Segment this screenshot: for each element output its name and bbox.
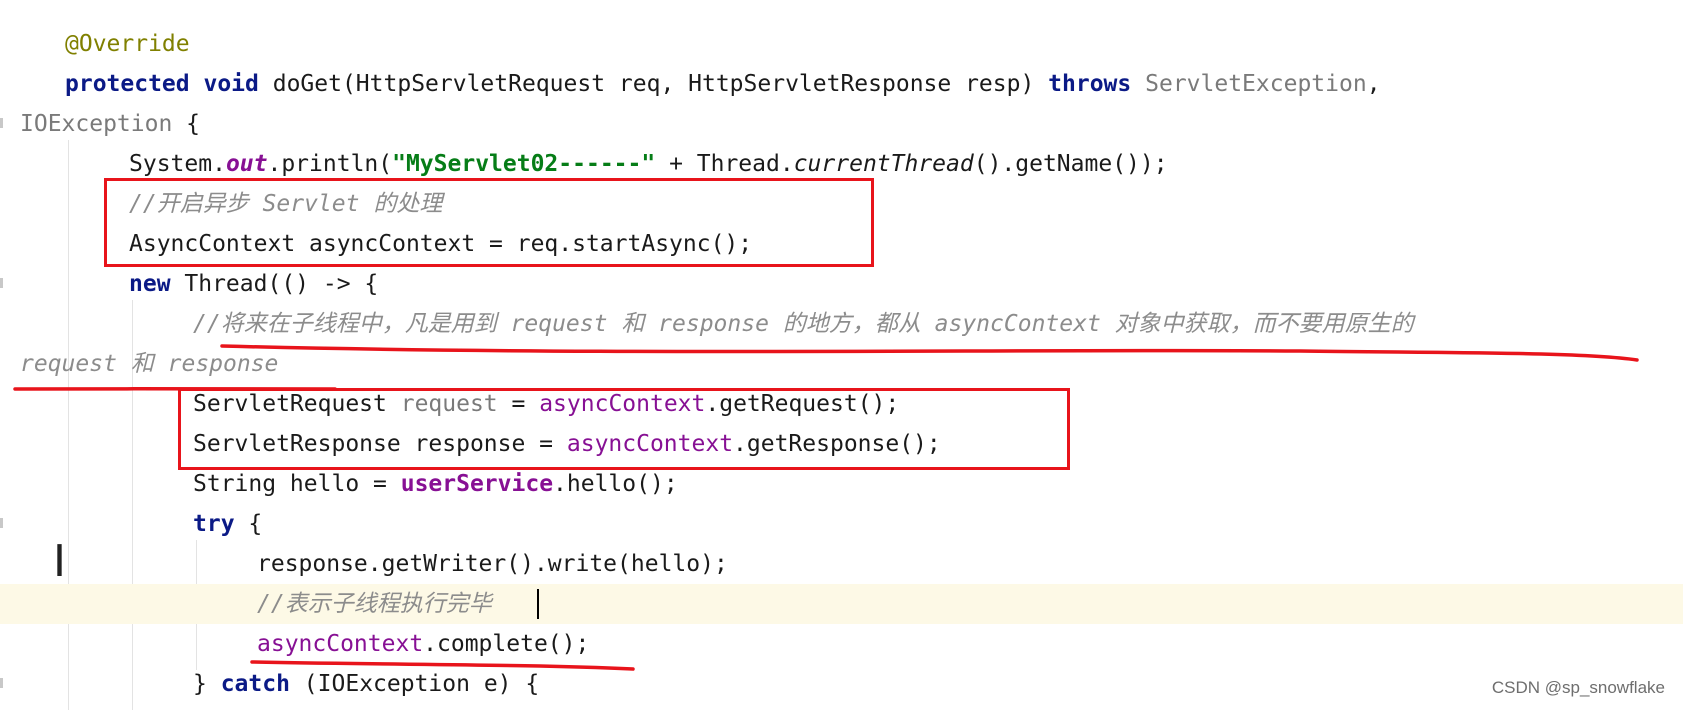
- annotation-underlines: [13, 344, 1639, 671]
- code-editor[interactable]: @Override protected void doGet(HttpServl…: [0, 0, 1683, 710]
- watermark: CSDN @sp_snowflake: [1491, 678, 1665, 697]
- underline-comment-line: [220, 344, 1639, 362]
- underline-comment-wrap: [13, 386, 337, 392]
- underline-complete: [250, 660, 635, 671]
